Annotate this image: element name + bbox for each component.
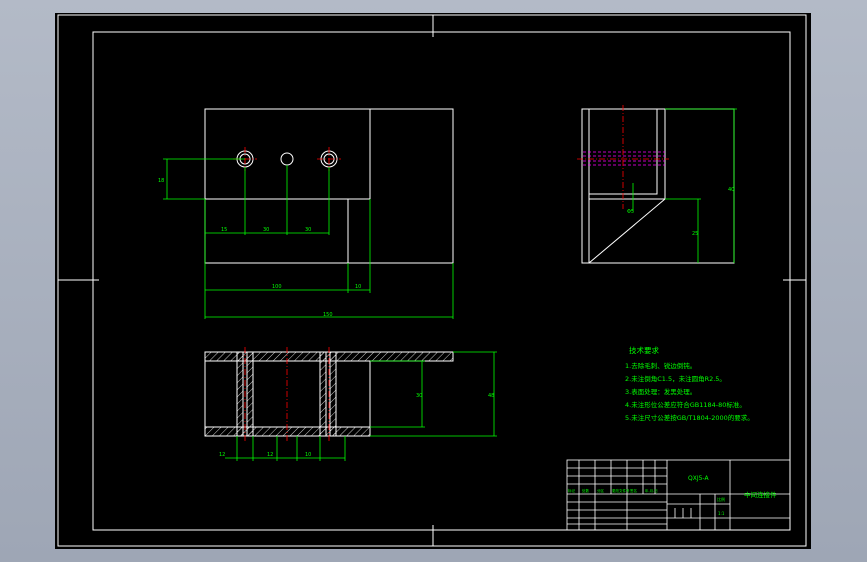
dim-plan-spacing-1: 12 bbox=[219, 452, 225, 458]
tech-note: 2.未注倒角C1.5，未注圆角R2.5。 bbox=[625, 374, 726, 383]
tech-note: 5.未注尺寸公差按GB/T1804-2000的要求。 bbox=[625, 413, 754, 422]
drawing-code: QXJ5-A bbox=[688, 475, 709, 482]
front-view: 18 15 30 30 100 10 150 bbox=[158, 108, 454, 319]
tb-label: 更改文件号 bbox=[612, 488, 630, 493]
dim-plan-total-height: 48 bbox=[488, 393, 494, 399]
part-name: 中间连接件 bbox=[744, 490, 777, 499]
tech-note: 3.表面处理：发黑处理。 bbox=[625, 387, 696, 396]
scale-value: 1:1 bbox=[718, 511, 725, 516]
drawing-frame bbox=[57, 14, 807, 547]
tb-label: 分区 bbox=[597, 488, 605, 493]
dim-front-spacing-1: 15 bbox=[221, 227, 227, 233]
tb-label: 签名 bbox=[630, 488, 637, 493]
tech-note: 1.去除毛刺、锐边倒钝。 bbox=[625, 361, 696, 370]
dim-front-total-width: 150 bbox=[323, 312, 333, 318]
dim-front-spacing-2: 30 bbox=[263, 227, 269, 233]
drawing-canvas[interactable]: 18 15 30 30 100 10 150 40 25 Φ5 30 48 12… bbox=[55, 13, 811, 549]
dim-front-offset: 10 bbox=[355, 284, 361, 290]
dim-plan-spacing-2: 12 bbox=[267, 452, 273, 458]
dim-side-hole: Φ5 bbox=[627, 209, 634, 215]
title-block: QXJ5-A 中间连接件 比例 1:1 标记 处数 分区 更改文件号 签名 年.… bbox=[566, 459, 791, 531]
dim-plan-spacing-3: 10 bbox=[305, 452, 311, 458]
dim-front-height: 18 bbox=[158, 178, 164, 184]
dim-front-spacing-3: 30 bbox=[305, 227, 311, 233]
side-view: 40 25 Φ5 bbox=[577, 105, 737, 264]
tb-label: 标记 bbox=[568, 488, 576, 493]
plan-view: 30 48 12 12 10 bbox=[204, 347, 497, 461]
tb-label: 年.月.日 bbox=[645, 488, 658, 493]
dim-plan-height: 30 bbox=[416, 393, 422, 399]
dim-front-inner-width: 100 bbox=[272, 284, 282, 290]
tech-note: 4.未注形位公差应符合GB1184-80标准。 bbox=[625, 400, 746, 409]
tech-title: 技术要求 bbox=[629, 345, 659, 355]
center-marks bbox=[58, 15, 806, 546]
dim-side-lower-height: 25 bbox=[692, 231, 698, 237]
dim-side-height: 40 bbox=[728, 187, 734, 193]
tb-label: 处数 bbox=[582, 488, 590, 493]
scale-label: 比例 bbox=[717, 496, 725, 502]
technical-requirements: 技术要求 1.去除毛刺、锐边倒钝。 2.未注倒角C1.5，未注圆角R2.5。 3… bbox=[625, 345, 754, 422]
